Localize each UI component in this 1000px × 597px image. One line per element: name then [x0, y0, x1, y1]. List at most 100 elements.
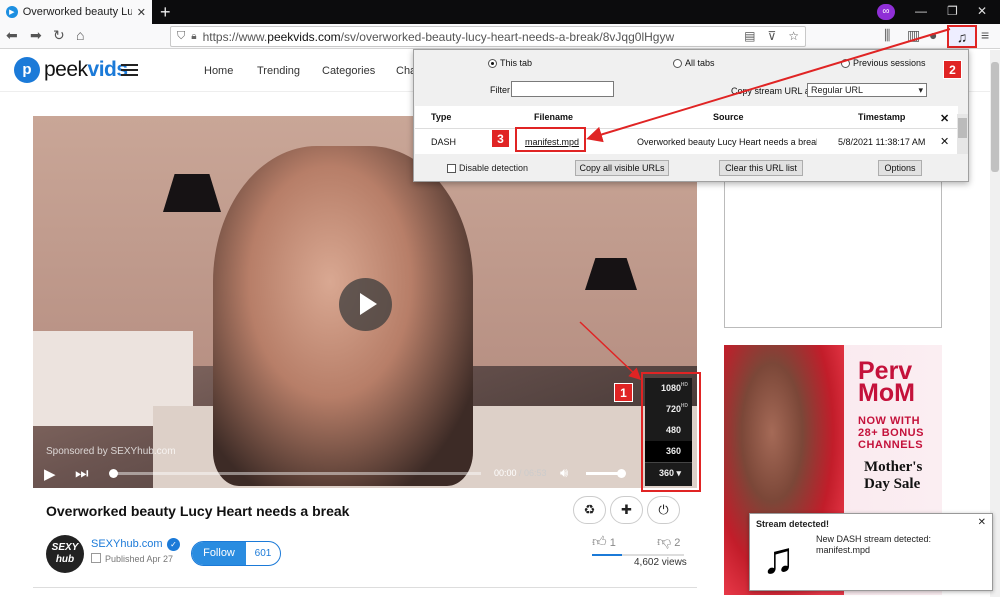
- clear-column-icon[interactable]: ✕: [940, 112, 949, 125]
- url-text[interactable]: https://www.peekvids.com/sv/overworked-b…: [203, 30, 723, 44]
- player-controls: ▶ ⏭ 00:00 / 06:53 🔊︎: [33, 460, 697, 488]
- home-icon[interactable]: ⌂: [76, 27, 84, 43]
- calendar-icon: [91, 553, 101, 563]
- tab-close-icon[interactable]: ✕: [137, 6, 146, 19]
- published-date: Published Apr 27: [91, 553, 173, 564]
- shield-icon[interactable]: ⛉: [177, 30, 185, 43]
- volume-slider[interactable]: [586, 469, 626, 478]
- download-button[interactable]: ⏻: [647, 496, 680, 524]
- follow-control[interactable]: Follow 601: [191, 541, 281, 566]
- row-timestamp: 5/8/2021 11:38:17 AM: [838, 137, 926, 147]
- minimize-icon[interactable]: —: [915, 4, 927, 18]
- notification-body: New DASH stream detected: manifest.mpd: [816, 534, 932, 555]
- row-type: DASH: [431, 137, 457, 147]
- hamburger-menu-icon[interactable]: [121, 64, 138, 79]
- filter-input[interactable]: [511, 81, 614, 97]
- forward-icon[interactable]: ➡: [30, 27, 42, 44]
- callout-box-quality: [641, 372, 701, 492]
- col-type[interactable]: Type: [431, 112, 451, 122]
- col-timestamp[interactable]: Timestamp: [858, 112, 905, 122]
- reader-view-icon[interactable]: ▤: [744, 29, 755, 43]
- notification-close-icon[interactable]: ✕: [978, 517, 986, 528]
- table-scrollbar[interactable]: [957, 114, 968, 154]
- filter-label: Filter: [490, 85, 510, 95]
- music-note-icon: ♫: [956, 28, 968, 45]
- ad-headline: Perv MoM: [858, 357, 915, 407]
- thumbs-down-icon: 👎︎: [657, 533, 672, 549]
- radio-this-tab[interactable]: This tab: [488, 58, 532, 68]
- stream-detector-extension-button[interactable]: ♫: [947, 25, 977, 48]
- volume-icon[interactable]: 🔊︎: [560, 465, 568, 481]
- site-logo[interactable]: peekvids: [44, 58, 128, 82]
- restore-icon[interactable]: ❐: [947, 4, 958, 18]
- browser-tab[interactable]: ▶ Overworked beauty Lucy Heart ✕: [0, 0, 152, 24]
- play-icon[interactable]: ▶: [44, 465, 56, 483]
- seek-handle[interactable]: [109, 469, 118, 478]
- like-ratio-bar: [592, 554, 684, 556]
- ad-sale-text: Mother's Day Sale: [864, 459, 923, 492]
- window-close-icon[interactable]: ✕: [977, 4, 987, 18]
- page-scrollbar-thumb[interactable]: [991, 62, 999, 172]
- url-bar[interactable]: ⛉ 🔒︎ https://www.peekvids.com/sv/overwor…: [170, 26, 806, 47]
- radio-all-tabs[interactable]: All tabs: [673, 58, 715, 68]
- next-icon[interactable]: ⏭: [75, 465, 89, 482]
- follow-button[interactable]: Follow: [192, 542, 246, 565]
- callout-badge-2: 2: [943, 60, 962, 79]
- time-display: 00:00 / 06:53: [494, 468, 547, 478]
- callout-box-filename: [515, 127, 586, 152]
- divider: [33, 587, 697, 588]
- menu-icon[interactable]: ≡: [981, 27, 989, 43]
- row-delete-icon[interactable]: ✕: [940, 135, 949, 148]
- pocket-icon[interactable]: ⊽: [767, 29, 776, 43]
- channel-avatar[interactable]: SEXY hub: [46, 535, 84, 573]
- channel-name[interactable]: SEXYhub.com: [91, 538, 163, 550]
- callout-badge-3: 3: [491, 129, 510, 148]
- view-count: 4,602 views: [634, 557, 687, 568]
- copy-as-label: Copy stream URL as: [731, 86, 815, 96]
- share-button[interactable]: ♻: [573, 496, 606, 524]
- library-icon[interactable]: ⫼: [884, 27, 890, 44]
- seek-bar[interactable]: [109, 469, 481, 478]
- stream-detected-notification[interactable]: Stream detected! ✕ ♫ New DASH stream det…: [749, 513, 993, 591]
- like-button[interactable]: 👍︎ 1: [592, 533, 616, 550]
- copy-all-urls-button[interactable]: Copy all visible URLs: [575, 160, 669, 176]
- play-favicon-icon: ▶: [6, 6, 18, 18]
- disable-detection-checkbox[interactable]: Disable detection: [447, 163, 528, 173]
- sidebar-icon[interactable]: ▥: [907, 27, 920, 44]
- follower-count: 601: [254, 548, 272, 559]
- thumbs-up-icon: 👍︎: [592, 533, 607, 549]
- notification-title: Stream detected!: [756, 519, 830, 529]
- logo-icon[interactable]: p: [14, 57, 40, 83]
- private-mask-icon[interactable]: ∞: [877, 4, 895, 20]
- nav-categories[interactable]: Categories: [322, 65, 375, 77]
- account-icon[interactable]: ●: [929, 27, 937, 43]
- lock-icon[interactable]: 🔒︎: [191, 31, 196, 42]
- stream-detector-popup: This tab All tabs Previous sessions Filt…: [413, 49, 969, 182]
- nav-home[interactable]: Home: [204, 65, 233, 77]
- radio-previous-sessions[interactable]: Previous sessions: [841, 58, 926, 68]
- options-button[interactable]: Options: [878, 160, 922, 176]
- copy-as-select[interactable]: Regular URL: [807, 83, 927, 97]
- video-title: Overworked beauty Lucy Heart needs a bre…: [46, 503, 350, 519]
- back-icon[interactable]: ⬅: [6, 27, 18, 44]
- big-play-button[interactable]: [339, 278, 392, 331]
- reload-icon[interactable]: ↻: [53, 27, 65, 44]
- col-filename[interactable]: Filename: [534, 112, 573, 122]
- navigation-bar: ⬅ ➡ ↻ ⌂ ⛉ 🔒︎ https://www.peekvids.com/sv…: [0, 24, 1000, 49]
- row-source: Overworked beauty Lucy Heart needs a bre…: [637, 137, 817, 147]
- music-note-icon: ♫: [762, 534, 795, 583]
- ad-subline: NOW WITH 28+ BONUS CHANNELS: [858, 415, 924, 451]
- tab-strip: ▶ Overworked beauty Lucy Heart ✕ + ∞ — ❐…: [0, 0, 1000, 24]
- add-to-button[interactable]: ✚: [610, 496, 643, 524]
- col-source[interactable]: Source: [713, 112, 744, 122]
- clear-url-list-button[interactable]: Clear this URL list: [719, 160, 803, 176]
- sponsored-text: Sponsored by SEXYhub.com: [46, 446, 176, 457]
- new-tab-button[interactable]: +: [160, 2, 171, 23]
- nav-trending[interactable]: Trending: [257, 65, 300, 77]
- verified-badge-icon: ✓: [167, 538, 180, 551]
- callout-badge-1: 1: [614, 383, 633, 402]
- dislike-button[interactable]: 👎︎ 2: [657, 533, 680, 550]
- bookmark-star-icon[interactable]: ☆: [788, 29, 799, 43]
- browser-window: ▶ Overworked beauty Lucy Heart ✕ + ∞ — ❐…: [0, 0, 1000, 597]
- tab-title: Overworked beauty Lucy Heart: [22, 6, 132, 18]
